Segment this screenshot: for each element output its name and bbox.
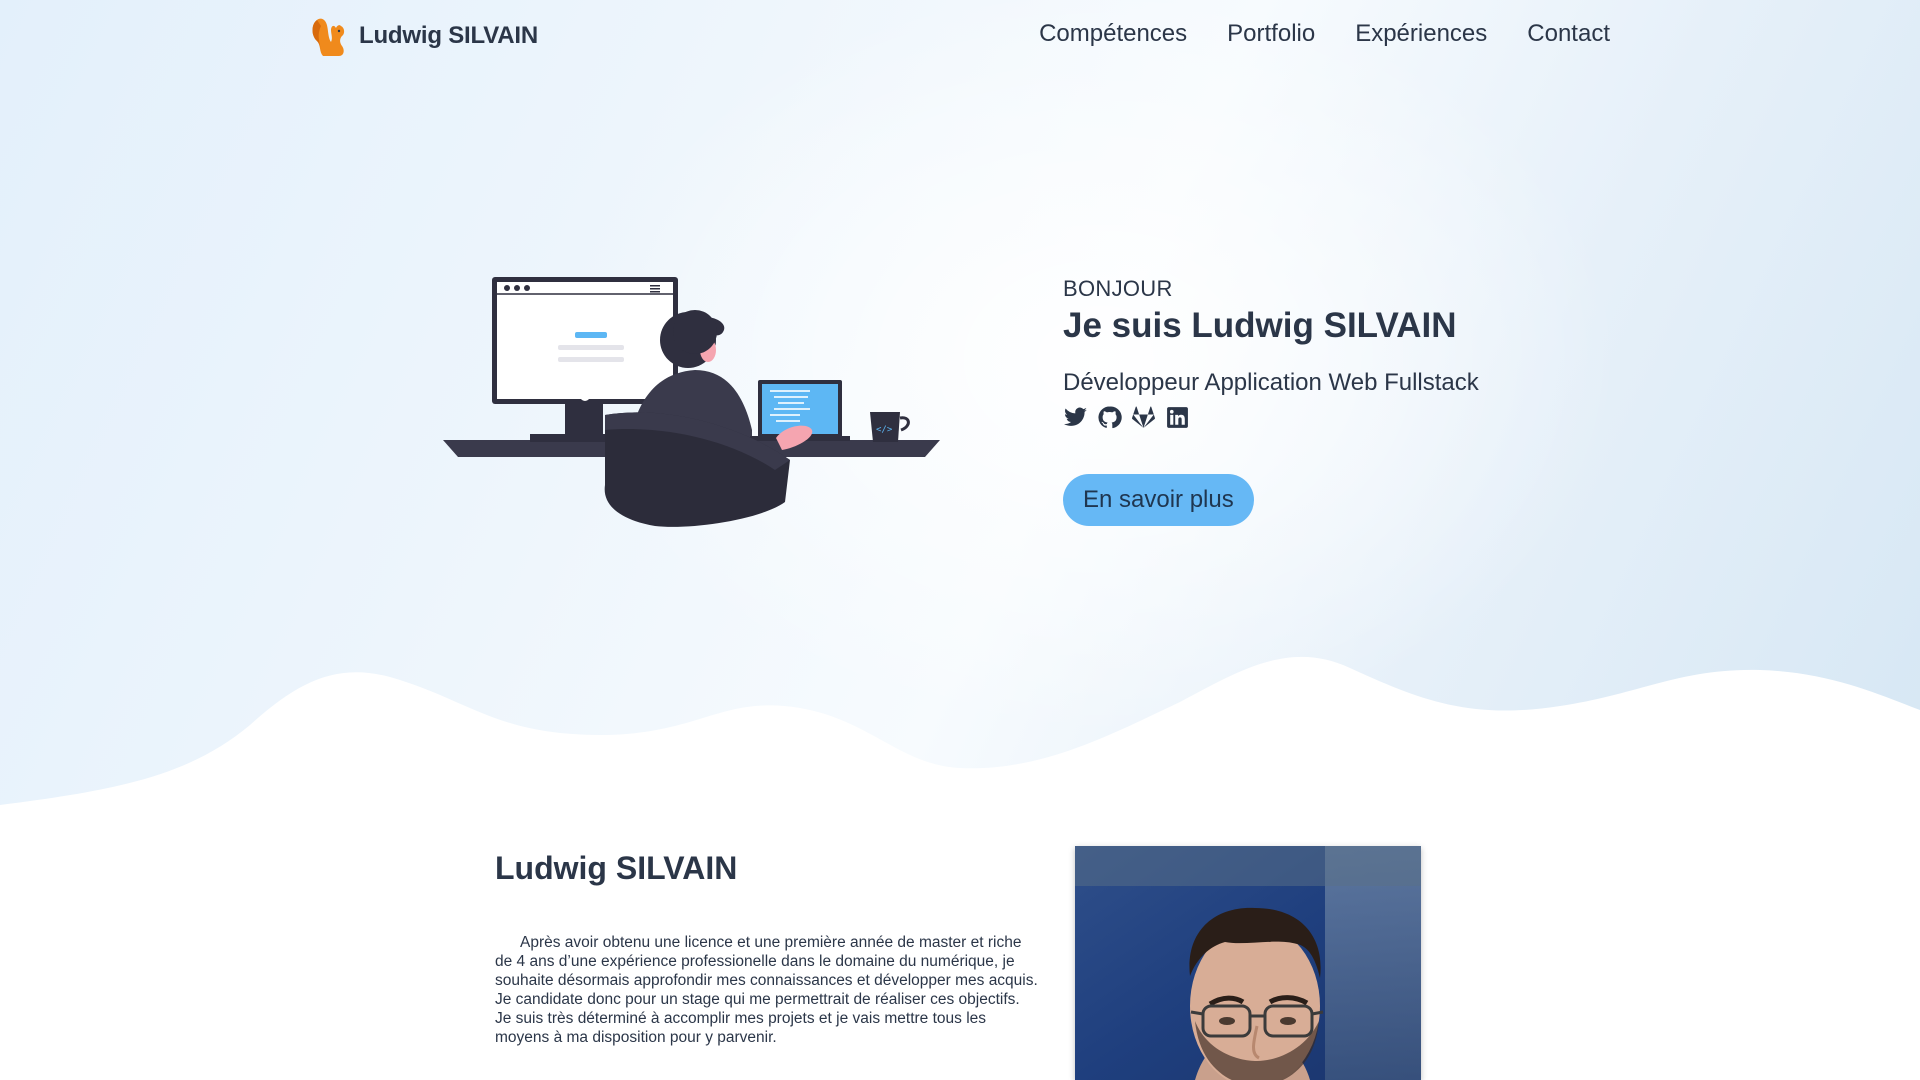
linkedin-icon[interactable] — [1165, 405, 1190, 430]
squirrel-logo-icon — [312, 18, 345, 56]
nav-item-contact[interactable]: Contact — [1527, 20, 1610, 48]
nav-item-portfolio[interactable]: Portfolio — [1227, 20, 1315, 48]
profile-photo — [1075, 846, 1421, 1080]
hero-subtitle: Développeur Application Web Fullstack — [1063, 368, 1479, 396]
nav-item-experiences[interactable]: Expériences — [1355, 20, 1487, 48]
twitter-icon[interactable] — [1063, 405, 1088, 430]
github-icon[interactable] — [1097, 405, 1122, 430]
about-title: Ludwig SILVAIN — [495, 850, 738, 886]
svg-text:</>: </> — [876, 425, 893, 435]
wave-divider — [0, 656, 1920, 840]
hero-intro: BONJOUR Je suis Ludwig SILVAIN Développe… — [1063, 276, 1479, 526]
learn-more-button[interactable]: En savoir plus — [1063, 474, 1254, 526]
social-links — [1063, 405, 1479, 430]
brand-link[interactable]: Ludwig SILVAIN — [309, 14, 538, 58]
nav-item-competences[interactable]: Compétences — [1039, 20, 1187, 48]
top-navbar: Ludwig SILVAIN Compétences Portfolio Exp… — [0, 0, 1920, 72]
brand-name: Ludwig SILVAIN — [359, 22, 538, 49]
hero-greeting: BONJOUR — [1063, 276, 1173, 301]
developer-illustration: </> — [443, 277, 940, 527]
profile-photo-image — [1075, 846, 1421, 1080]
about-text: Après avoir obtenu une licence et une pr… — [495, 934, 1038, 1046]
hero-headline: Je suis Ludwig SILVAIN — [1063, 306, 1457, 345]
nav-menu: Compétences Portfolio Expériences Contac… — [1039, 20, 1610, 48]
gitlab-icon[interactable] — [1131, 405, 1156, 430]
